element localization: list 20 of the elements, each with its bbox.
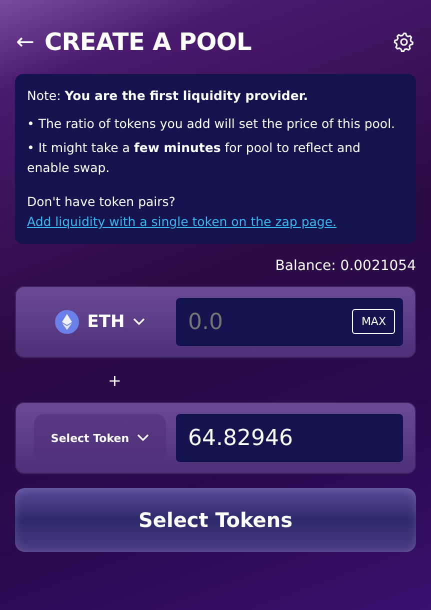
page-title: CREATE A POOL [44,28,252,56]
chevron-down-icon [137,434,150,442]
plus-sign: + [108,370,122,390]
bullet-text: • It might take a few minutes for pool to reflect and enable swap. [27,139,362,177]
note-text: Don't have token pairs? [27,194,176,209]
zap-page-link[interactable]: Add liquidity with a single token on the zap page. [27,214,337,229]
bullet-text: • The ratio of tokens you add will set the price of this pool. [27,115,396,133]
settings-button[interactable] [393,31,415,53]
back-button[interactable]: ← [16,30,34,54]
balance-text: Balance: 0.0021054 [274,258,417,274]
note-text: Note: You are the first liquidity provider. [27,87,309,105]
ethereum-icon [55,310,80,334]
token-selector[interactable]: ETH [34,298,166,346]
max-button[interactable]: MAX [352,309,395,334]
select-tokens-button[interactable]: Select Tokens [15,488,416,552]
amount-field[interactable]: 64.82946 [176,414,403,462]
settings-icon [393,31,415,53]
chevron-down-icon [132,318,145,326]
amount-field[interactable]: 0.0 MAX [176,298,403,346]
token-selector[interactable]: Select Token [34,414,166,462]
